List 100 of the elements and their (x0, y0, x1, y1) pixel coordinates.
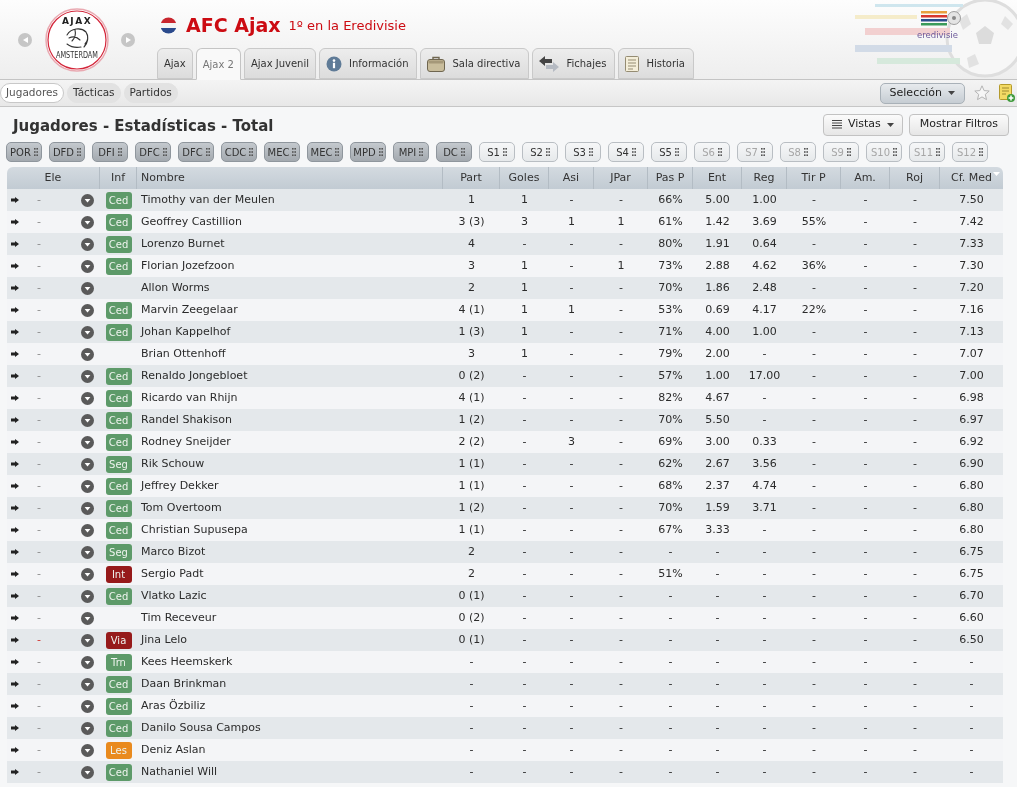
column-header[interactable]: Pas P (648, 167, 693, 189)
arrow-right-icon[interactable] (11, 285, 19, 291)
column-header[interactable]: JPar (594, 167, 648, 189)
chevron-down-circle-icon[interactable] (81, 677, 94, 691)
player-name[interactable]: Kees Heemskerk (141, 653, 233, 671)
player-name[interactable]: Tom Overtoom (141, 499, 222, 517)
column-header[interactable]: Goles (500, 167, 549, 189)
player-name[interactable]: Marvin Zeegelaar (141, 301, 238, 319)
chevron-down-circle-icon[interactable] (81, 743, 94, 757)
position-filter-chip[interactable]: CDC (221, 142, 257, 162)
star-button[interactable] (973, 84, 990, 102)
chevron-down-circle-icon[interactable] (81, 325, 94, 339)
player-name[interactable]: Jina Lelo (141, 631, 187, 649)
table-row[interactable]: - Ced Timothy van der Meulen 1 1 - - 66% 5.00 1.00 - - - 7.50 (7, 189, 1003, 211)
add-note-button[interactable] (998, 83, 1015, 103)
arrow-right-icon[interactable] (11, 351, 19, 357)
arrow-right-icon[interactable] (11, 307, 19, 313)
player-name[interactable]: Deniz Aslan (141, 741, 206, 759)
chevron-down-circle-icon[interactable] (81, 259, 94, 273)
arrow-right-icon[interactable] (11, 329, 19, 335)
arrow-right-icon[interactable] (11, 461, 19, 467)
tab[interactable]: Historia (618, 48, 694, 79)
chevron-down-circle-icon[interactable] (81, 545, 94, 559)
column-header[interactable]: Inf (100, 167, 137, 189)
selection-dropdown[interactable]: Selección (879, 82, 965, 104)
chevron-down-circle-icon[interactable] (81, 457, 94, 471)
tab[interactable]: Información (319, 48, 418, 79)
chevron-down-circle-icon[interactable] (81, 589, 94, 603)
arrow-right-icon[interactable] (11, 527, 19, 533)
chevron-down-circle-icon[interactable] (81, 193, 94, 207)
position-filter-chip[interactable]: DC (436, 142, 472, 162)
arrow-right-icon[interactable] (11, 395, 19, 401)
arrow-right-icon[interactable] (11, 373, 19, 379)
arrow-right-icon[interactable] (11, 571, 19, 577)
tab[interactable]: Sala directiva (420, 48, 530, 79)
player-name[interactable]: Timothy van der Meulen (141, 191, 275, 209)
table-row[interactable]: - Ced Johan Kappelhof 1 (3) 1 - - 71% 4.00 1.00 - - - 7.13 (7, 321, 1003, 343)
table-row[interactable]: - Ced Daan Brinkman - - - - - - - - - - - (7, 673, 1003, 695)
arrow-right-icon[interactable] (11, 241, 19, 247)
table-row[interactable]: - Ced Tom Overtoom 1 (2) - - - 70% 1.59 3.71 - - - 6.80 (7, 497, 1003, 519)
position-filter-chip[interactable]: DFI (92, 142, 128, 162)
player-name[interactable]: Nathaniel Will (141, 763, 218, 781)
player-name[interactable]: Randel Shakison (141, 411, 232, 429)
player-name[interactable]: Florian Jozefzoon (141, 257, 235, 275)
column-header[interactable]: Asi (549, 167, 594, 189)
table-row[interactable]: - Ced Vlatko Lazic 0 (1) - - - - - - - - - 6.70 (7, 585, 1003, 607)
chevron-down-circle-icon[interactable] (81, 303, 94, 317)
chevron-down-circle-icon[interactable] (81, 237, 94, 251)
position-filter-chip[interactable]: S2 (522, 142, 558, 162)
chevron-down-circle-icon[interactable] (81, 611, 94, 625)
arrow-right-icon[interactable] (11, 681, 19, 687)
column-header[interactable]: Part (443, 167, 500, 189)
arrow-right-icon[interactable] (11, 219, 19, 225)
chevron-down-circle-icon[interactable] (81, 281, 94, 295)
views-dropdown[interactable]: Vistas (822, 113, 903, 136)
position-filter-chip[interactable]: S4 (608, 142, 644, 162)
arrow-right-icon[interactable] (11, 747, 19, 753)
column-header[interactable]: Ent (693, 167, 742, 189)
chevron-down-circle-icon[interactable] (81, 765, 94, 779)
position-filter-chip[interactable]: MEC (307, 142, 343, 162)
chevron-down-circle-icon[interactable] (81, 699, 94, 713)
player-name[interactable]: Geoffrey Castillion (141, 213, 243, 231)
tab[interactable]: Ajax (157, 48, 193, 79)
player-name[interactable]: Sergio Padt (141, 565, 204, 583)
table-row[interactable]: - Ced Danilo Sousa Campos - - - - - - - - - - - (7, 717, 1003, 739)
table-row[interactable]: - Allon Worms 2 1 - - 70% 1.86 2.48 - - - 7.20 (7, 277, 1003, 299)
position-filter-chip[interactable]: DFD (49, 142, 85, 162)
player-name[interactable]: Renaldo Jongebloet (141, 367, 248, 385)
table-row[interactable]: - Ced Lorenzo Burnet 4 - - - 80% 1.91 0.64 - - - 7.33 (7, 233, 1003, 255)
show-filters-button[interactable]: Mostrar Filtros (908, 113, 1009, 136)
player-name[interactable]: Aras Özbiliz (141, 697, 206, 715)
chevron-down-circle-icon[interactable] (81, 479, 94, 493)
position-filter-chip[interactable]: MPI (393, 142, 429, 162)
column-header[interactable]: Roj (890, 167, 940, 189)
column-header[interactable]: Cf. Med (940, 167, 1003, 189)
position-filter-chip[interactable]: MPD (350, 142, 386, 162)
arrow-right-icon[interactable] (11, 593, 19, 599)
table-row[interactable]: - Seg Marco Bizot 2 - - - - - - - - - 6.75 (7, 541, 1003, 563)
player-name[interactable]: Ricardo van Rhijn (141, 389, 238, 407)
table-row[interactable]: - Via Jina Lelo 0 (1) - - - - - - - - - 6.50 (7, 629, 1003, 651)
table-row[interactable]: - Ced Nathaniel Will - - - - - - - - - - - (7, 761, 1003, 783)
arrow-right-icon[interactable] (11, 769, 19, 775)
column-header[interactable]: Am. (841, 167, 890, 189)
table-row[interactable]: - Ced Renaldo Jongebloet 0 (2) - - - 57% 1.00 17.00 - - - 7.00 (7, 365, 1003, 387)
arrow-right-icon[interactable] (11, 615, 19, 621)
chevron-down-circle-icon[interactable] (81, 633, 94, 647)
position-filter-chip[interactable]: POR (6, 142, 42, 162)
player-name[interactable]: Allon Worms (141, 279, 210, 297)
player-name[interactable]: Danilo Sousa Campos (141, 719, 261, 737)
chevron-down-circle-icon[interactable] (81, 567, 94, 581)
player-name[interactable]: Rodney Sneijder (141, 433, 231, 451)
arrow-right-icon[interactable] (11, 703, 19, 709)
arrow-right-icon[interactable] (11, 725, 19, 731)
arrow-right-icon[interactable] (11, 439, 19, 445)
player-name[interactable]: Vlatko Lazic (141, 587, 207, 605)
chevron-down-circle-icon[interactable] (81, 391, 94, 405)
column-header[interactable]: Reg (742, 167, 787, 189)
arrow-right-icon[interactable] (11, 483, 19, 489)
tab[interactable]: Fichajes (532, 48, 616, 79)
chevron-down-circle-icon[interactable] (81, 655, 94, 669)
